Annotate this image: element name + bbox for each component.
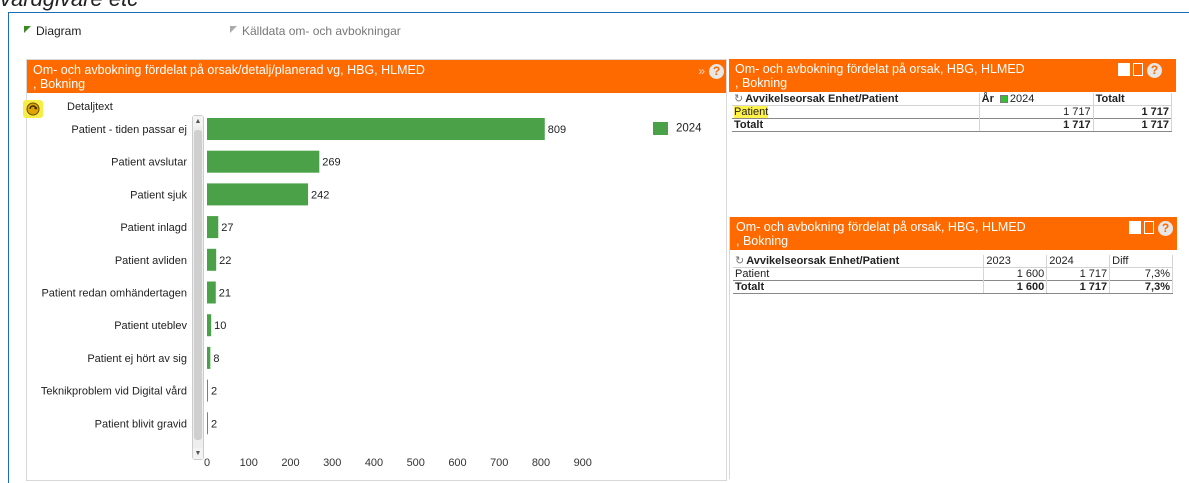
total-row: Totalt 1 717 1 717 bbox=[732, 118, 1173, 132]
x-tick-label: 200 bbox=[281, 457, 299, 469]
x-tick-label: 0 bbox=[204, 457, 210, 469]
legend-label: 2024 bbox=[676, 122, 702, 135]
category-label: Patient inlagd bbox=[120, 222, 187, 234]
help-icon[interactable]: ? bbox=[1158, 221, 1173, 236]
cycle-icon[interactable]: ↻ bbox=[734, 93, 743, 105]
filter-indicator-icon bbox=[999, 95, 1008, 104]
category-label: Patient redan omhändertagen bbox=[41, 288, 187, 300]
data-label: 8 bbox=[213, 353, 219, 365]
x-tick-label: 700 bbox=[490, 457, 508, 469]
category-label: Patient - tiden passar ej bbox=[71, 124, 187, 136]
data-label: 21 bbox=[219, 288, 231, 300]
tab-flag-icon bbox=[230, 26, 237, 33]
table-cell: 1 600 bbox=[983, 267, 1048, 281]
bar[interactable] bbox=[207, 216, 219, 239]
row-label[interactable]: Patient bbox=[734, 106, 769, 118]
table1: ↻ Avvikelseorsak Enhet/Patient År 2024 Tot… bbox=[732, 93, 1173, 132]
column-header[interactable]: Totalt bbox=[1093, 93, 1173, 106]
x-tick-label: 300 bbox=[323, 457, 341, 469]
table-cell: 1 717 bbox=[1046, 280, 1111, 294]
tab-flag-icon bbox=[24, 26, 31, 33]
column-header[interactable]: 2023 bbox=[983, 255, 1048, 268]
table-row[interactable]: Patient 1 600 1 717 7,3% bbox=[733, 267, 1173, 281]
column-header[interactable]: ↻ Avvikelseorsak Enhet/Patient bbox=[733, 255, 985, 268]
table2-title: Om- och avbokning fördelat på orsak, HBG… bbox=[736, 220, 1026, 248]
data-label: 809 bbox=[548, 124, 566, 136]
category-label: Patient ej hört av sig bbox=[87, 353, 187, 365]
expand-arrows-icon[interactable]: » bbox=[698, 64, 705, 78]
bar[interactable] bbox=[207, 183, 309, 206]
print-icon[interactable] bbox=[1144, 221, 1154, 234]
data-label: 2 bbox=[211, 386, 217, 398]
tab-label: Källdata om- och avbokningar bbox=[242, 24, 401, 38]
table-cell: 1 717 bbox=[1093, 118, 1173, 132]
page-title: vårdgivare etc bbox=[0, 0, 138, 12]
bar[interactable] bbox=[207, 346, 211, 369]
table-cell: Totalt bbox=[733, 280, 985, 294]
bar-chart: 0 100 200 300 400 500 600 700 800 900 Patient - ti… bbox=[41, 118, 592, 469]
help-icon[interactable]: ? bbox=[709, 64, 724, 79]
table-cell: 1 717 bbox=[1093, 105, 1173, 119]
table-header-row: ↻ Avvikelseorsak Enhet/Patient 2023 2024 … bbox=[733, 255, 1173, 268]
table-cell: 7,3% bbox=[1109, 267, 1173, 281]
category-label: Patient uteblev bbox=[114, 320, 187, 332]
bar[interactable] bbox=[207, 281, 216, 304]
column-header[interactable]: 2024 bbox=[1046, 255, 1111, 268]
category-label: Patient blivit gravid bbox=[95, 418, 187, 430]
table-header-row: ↻ Avvikelseorsak Enhet/Patient År 2024 Tot… bbox=[732, 93, 1173, 106]
table2-panel: Om- och avbokning fördelat på orsak, HBG… bbox=[729, 217, 1177, 479]
x-tick-label: 600 bbox=[448, 457, 466, 469]
bar[interactable] bbox=[207, 379, 208, 402]
x-tick-label: 800 bbox=[532, 457, 550, 469]
table-cell: Totalt bbox=[732, 118, 980, 132]
export-icon[interactable] bbox=[1129, 221, 1141, 234]
data-label: 22 bbox=[219, 255, 231, 267]
table-cell: 1 717 bbox=[979, 118, 1094, 132]
x-tick-label: 100 bbox=[240, 457, 258, 469]
column-header[interactable]: Diff bbox=[1109, 255, 1173, 268]
x-tick-label: 900 bbox=[574, 457, 592, 469]
table2-header[interactable]: Om- och avbokning fördelat på orsak, HBG… bbox=[730, 217, 1177, 250]
bar[interactable] bbox=[207, 248, 217, 271]
tab-label: Diagram bbox=[36, 24, 82, 38]
data-label: 2 bbox=[211, 418, 217, 430]
tab-kalldata[interactable]: Källdata om- och avbokningar bbox=[230, 24, 401, 38]
data-label: 242 bbox=[311, 189, 329, 201]
table1-title: Om- och avbokning fördelat på orsak, HBG… bbox=[735, 62, 1025, 90]
data-label: 10 bbox=[214, 320, 226, 332]
table-cell: 1 600 bbox=[983, 280, 1048, 294]
print-icon[interactable] bbox=[1133, 63, 1143, 76]
table2: ↻ Avvikelseorsak Enhet/Patient 2023 2024 … bbox=[733, 255, 1173, 294]
category-label: Teknikproblem vid Digital vård bbox=[41, 386, 187, 398]
total-row: Totalt 1 600 1 717 7,3% bbox=[733, 280, 1173, 294]
row-label[interactable]: Patient bbox=[733, 267, 985, 281]
column-header[interactable]: År 2024 bbox=[979, 93, 1094, 106]
chart-panel: Om- och avbokning fördelat på orsak/deta… bbox=[23, 59, 727, 481]
export-icon[interactable] bbox=[1118, 63, 1130, 76]
category-label: Patient sjuk bbox=[130, 189, 187, 201]
table1-panel: Om- och avbokning fördelat på orsak, HBG… bbox=[729, 59, 1176, 219]
category-label: Patient avliden bbox=[115, 255, 187, 267]
data-label: 27 bbox=[221, 222, 233, 234]
table-cell: 1 717 bbox=[979, 105, 1094, 119]
data-label: 269 bbox=[322, 157, 340, 169]
table-row[interactable]: Patient 1 717 1 717 bbox=[732, 105, 1173, 119]
x-tick-label: 500 bbox=[407, 457, 425, 469]
help-icon[interactable]: ? bbox=[1147, 63, 1162, 78]
category-label: Patient avslutar bbox=[111, 157, 187, 169]
cycle-icon[interactable]: ↻ bbox=[735, 255, 744, 267]
x-tick-label: 400 bbox=[365, 457, 383, 469]
bar[interactable] bbox=[207, 314, 212, 337]
bar[interactable] bbox=[207, 118, 545, 140]
table-cell: 7,3% bbox=[1109, 280, 1173, 294]
bar[interactable] bbox=[207, 150, 320, 173]
table-cell: 1 717 bbox=[1046, 267, 1111, 281]
tab-diagram[interactable]: Diagram bbox=[24, 24, 81, 38]
table1-header[interactable]: Om- och avbokning fördelat på orsak, HBG… bbox=[729, 59, 1176, 92]
column-header[interactable]: ↻ Avvikelseorsak Enhet/Patient bbox=[732, 93, 980, 106]
bar[interactable] bbox=[207, 412, 208, 435]
